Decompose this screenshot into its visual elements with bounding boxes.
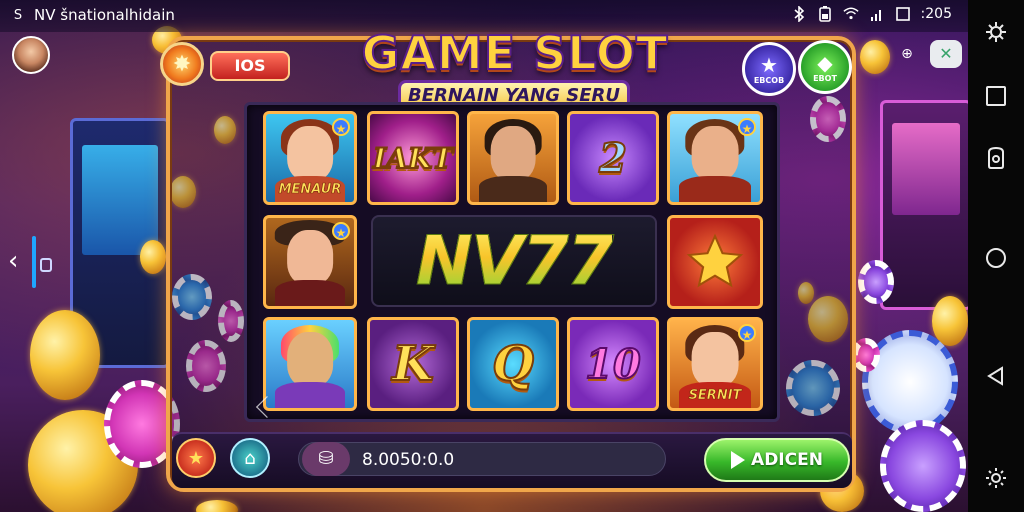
- wild-symbol-label: IAKT: [372, 141, 454, 176]
- tile-name-label: MENAUR: [278, 181, 342, 197]
- screen-icon: [895, 6, 911, 22]
- poker-chip: [852, 338, 880, 372]
- balance-value: 8.0050:0.0: [362, 450, 455, 470]
- reel-tile-girl-portrait[interactable]: ★ SERNIT: [667, 317, 763, 411]
- jackpot-banner: NV77: [371, 215, 657, 307]
- recents-button[interactable]: [982, 82, 1010, 110]
- reel-board: ★ MENAUR IAKT 2 ★ ★ NV77 K Q 10 ★ SERNIT: [244, 102, 780, 422]
- level-pill[interactable]: IOS: [210, 51, 290, 81]
- bluetooth-icon: [791, 6, 807, 22]
- number-2-label: 2: [598, 134, 628, 183]
- gear-icon[interactable]: [982, 18, 1010, 46]
- spin-button-label: ADICEN: [751, 450, 823, 470]
- badge-star-icon: ★: [738, 324, 756, 342]
- app-icon: S: [13, 7, 23, 23]
- battery-icon: [817, 6, 833, 22]
- badge-star-icon: ★: [332, 118, 350, 136]
- reel-tile-man-portrait[interactable]: [467, 111, 559, 205]
- system-nav-rail: [968, 0, 1024, 512]
- balance-field: [298, 442, 666, 476]
- wallet-icon[interactable]: ⛁: [302, 442, 350, 476]
- star-badge-button[interactable]: ★ EBCOB: [742, 42, 796, 96]
- star-icon: ★: [760, 52, 778, 77]
- home-icon[interactable]: ⌂: [230, 438, 270, 478]
- reel-tile-letter-q[interactable]: Q: [467, 317, 559, 411]
- back-button[interactable]: [982, 362, 1010, 390]
- avatar[interactable]: [12, 36, 50, 74]
- wifi-icon: [842, 6, 859, 22]
- sun-icon[interactable]: ✸: [160, 42, 204, 86]
- bet-badge-button[interactable]: ◆ EBOT: [798, 40, 852, 94]
- letter-k-label: K: [391, 335, 435, 393]
- status-clock: :205: [920, 6, 952, 22]
- reel-tile-number-10[interactable]: 10: [567, 317, 659, 411]
- home-button[interactable]: [982, 244, 1010, 272]
- game-title: GAME SLOT: [361, 25, 669, 81]
- poker-chip: [858, 260, 894, 304]
- gold-coin: [196, 500, 238, 512]
- play-icon: [731, 451, 746, 469]
- gem-icon: ◆: [817, 50, 833, 75]
- gold-coin: [140, 240, 166, 274]
- chevron-left-icon[interactable]: ‹: [8, 246, 28, 276]
- reel-tile-star[interactable]: [667, 215, 763, 309]
- number-10-label: 10: [584, 340, 642, 389]
- settings-icon[interactable]: [982, 464, 1010, 492]
- close-button[interactable]: ✕: [930, 40, 962, 68]
- reel-tile-letter-k[interactable]: K: [367, 317, 459, 411]
- screenshot-icon[interactable]: [982, 144, 1010, 172]
- reel-tile-woman-portrait[interactable]: ★ MENAUR: [263, 111, 357, 205]
- jackpot-banner-text: NV77: [415, 221, 614, 301]
- favorite-button[interactable]: ★: [176, 438, 216, 478]
- reel-tile-hero-portrait[interactable]: ★: [667, 111, 763, 205]
- tile-name-label: SERNIT: [688, 387, 742, 403]
- signal-icon: [869, 6, 885, 22]
- info-icon[interactable]: ⊕: [898, 46, 916, 64]
- star-badge-caption: EBCOB: [753, 75, 785, 85]
- reel-tile-number-2[interactable]: 2: [567, 111, 659, 205]
- reel-tile-cat-character[interactable]: [263, 317, 357, 411]
- lock-icon: [40, 258, 52, 272]
- gold-coin: [30, 310, 100, 400]
- edge-panel-handle[interactable]: [32, 236, 36, 288]
- poker-chip: [880, 420, 966, 512]
- letter-q-label: Q: [491, 335, 535, 393]
- bet-badge-caption: EBOT: [813, 73, 837, 83]
- app-title: NV šnationalhidain: [34, 6, 175, 24]
- gold-coin: [860, 40, 890, 74]
- badge-star-icon: ★: [738, 118, 756, 136]
- badge-star-icon: ★: [332, 222, 350, 240]
- reel-tile-cowgirl-portrait[interactable]: ★: [263, 215, 357, 309]
- spin-button[interactable]: ADICEN: [704, 438, 850, 482]
- reel-tile-wild[interactable]: IAKT: [367, 111, 459, 205]
- gold-star-icon: [686, 233, 744, 288]
